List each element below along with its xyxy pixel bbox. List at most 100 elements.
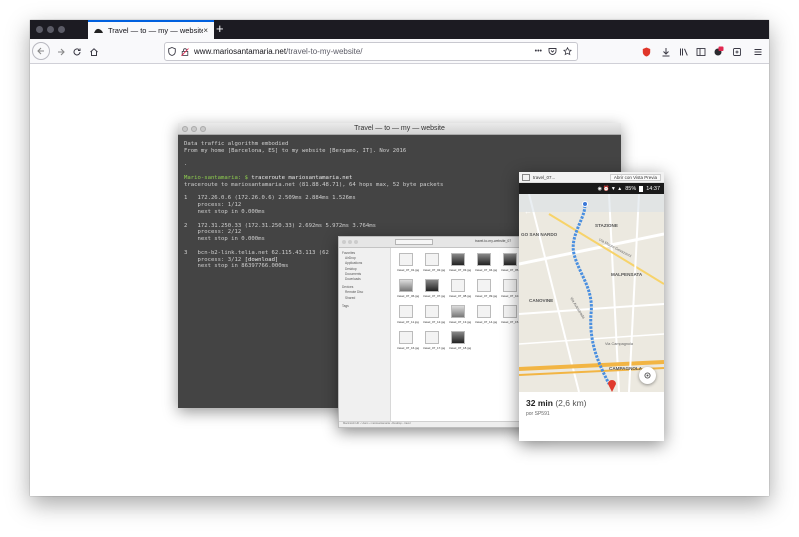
arrow-left-icon <box>37 47 44 55</box>
finder-view-buttons <box>395 239 433 245</box>
extension-icon[interactable] <box>728 43 745 60</box>
url-host: www.mariosantamaria.net <box>194 47 287 56</box>
map-canvas <box>519 194 664 392</box>
route-distance: (2,6 km) <box>555 398 587 408</box>
terminal-zoom-dot <box>200 126 206 132</box>
reload-button[interactable] <box>68 43 85 60</box>
extension-badge-icon[interactable] <box>710 43 727 60</box>
file-name: travel_07_03.jpg <box>449 268 472 272</box>
finder-sidebar: Favorites AirDrop Applications Desktop D… <box>339 248 391 421</box>
home-button[interactable] <box>85 43 102 60</box>
map-label: MALPENSATA <box>611 272 643 277</box>
battery-level: 85% <box>625 185 637 192</box>
file-name: travel_07_13.jpg <box>449 320 472 324</box>
file-name: travel_07_06.jpg <box>397 294 420 298</box>
file-thumbnail <box>451 253 465 266</box>
brave-shield-icon[interactable] <box>638 43 655 60</box>
finder-close-dot <box>342 240 346 244</box>
file-item: travel_07_17.jpg <box>423 331 445 350</box>
terminal-prompt: Mario-santamaria: $ <box>184 174 252 181</box>
finder-path-bar: Macintosh HD › Users › mariosantamaria ›… <box>339 421 549 427</box>
browser-window: Travel — to — my — website × + www.mario… <box>30 20 769 496</box>
map-label: CAMPAGNOLA <box>609 366 643 371</box>
file-item: travel_07_14.jpg <box>475 305 498 324</box>
my-location-button <box>639 367 656 384</box>
terminal-line: next stop in 0.000ms <box>184 236 265 243</box>
terminal-line: 3 bcn-b2-link.telia.net 62.115.43.113 (6… <box>184 249 329 256</box>
file-thumbnail <box>477 305 491 318</box>
image-tab-icon <box>522 173 530 181</box>
terminal-line: . <box>184 161 188 168</box>
url-text[interactable]: www.mariosantamaria.net/travel-to-my-web… <box>194 47 363 56</box>
file-item: travel_07_01.jpg <box>397 253 420 272</box>
open-preview-button: Abrir con Vista Previa <box>609 173 661 181</box>
bookmark-star-icon[interactable] <box>563 47 572 56</box>
file-item: travel_07_06.jpg <box>397 279 420 298</box>
file-item: travel_07_15.jpg <box>501 305 524 324</box>
finder-sidebar-item: Tags <box>342 303 349 308</box>
library-icon[interactable] <box>675 43 692 60</box>
hamburger-menu-icon[interactable] <box>749 43 766 60</box>
phone-status-bar: ◉ ⏰ ▼ ▲ 85% 14:37 <box>519 183 664 194</box>
terminal-line: Data traffic algorithm embodied <box>184 141 289 147</box>
tab-close-icon[interactable]: × <box>203 26 208 35</box>
minimize-window-dot[interactable] <box>47 26 54 33</box>
url-bar[interactable]: www.mariosantamaria.net/travel-to-my-web… <box>164 42 578 61</box>
back-button[interactable] <box>32 42 50 60</box>
file-thumbnail <box>425 279 439 292</box>
finder-sidebar-item: Shared <box>345 295 356 300</box>
map-label: CANOVINE <box>529 298 554 303</box>
finder-toolbar: travel-to-my-website_07 <box>339 237 549 248</box>
map-back-arrow-icon: ← <box>524 207 532 216</box>
phone-browser-bar: travel_07... Abrir con Vista Previa <box>519 172 664 183</box>
page-content: Travel — to — my — website Data traffic … <box>30 64 769 496</box>
tab-active[interactable]: Travel — to — my — website × <box>88 20 214 39</box>
terminal-line: 2 172.31.250.33 (172.31.250.33) 2.692ms … <box>184 222 376 229</box>
site-favicon-icon <box>94 28 103 34</box>
file-name: travel_07_10.jpg <box>501 294 524 298</box>
file-thumbnail <box>399 253 413 266</box>
file-name: travel_07_08.jpg <box>449 294 472 298</box>
terminal-command: traceroute mariosantamaria.net <box>251 174 353 181</box>
file-name: travel_07_05.jpg <box>501 268 524 272</box>
file-thumbnail <box>399 305 413 318</box>
download-icon[interactable] <box>657 43 674 60</box>
close-window-dot[interactable] <box>36 26 43 33</box>
file-name: travel_07_09.jpg <box>475 294 498 298</box>
terminal-line: next stop in 0.000ms <box>184 208 265 215</box>
file-thumbnail <box>477 279 491 292</box>
new-tab-button[interactable]: + <box>216 21 224 37</box>
phone-screenshot: travel_07... Abrir con Vista Previa ◉ ⏰ … <box>519 172 664 441</box>
status-icons: ◉ ⏰ ▼ ▲ <box>597 185 623 192</box>
file-thumbnail <box>503 253 517 266</box>
finder-minimize-dot <box>348 240 352 244</box>
terminal-minimize-dot <box>191 126 197 132</box>
page-actions-button[interactable]: ••• <box>535 48 542 55</box>
file-name: travel_07_11.jpg <box>397 320 419 324</box>
phone-tab-label: travel_07... <box>533 174 556 180</box>
reload-icon <box>73 47 80 55</box>
file-name: travel_07_07.jpg <box>423 294 446 298</box>
file-item: travel_07_04.jpg <box>475 253 497 272</box>
file-name: travel_07_15.jpg <box>501 320 524 324</box>
home-icon <box>89 47 98 56</box>
file-thumbnail <box>399 331 413 344</box>
sidebar-icon[interactable] <box>692 43 709 60</box>
file-item: travel_07_07.jpg <box>423 279 446 298</box>
tracking-shield-icon[interactable] <box>165 47 179 56</box>
file-item: travel_07_16.jpg <box>397 331 419 350</box>
file-name: travel_07_14.jpg <box>475 320 498 324</box>
finder-title: travel-to-my-website_07 <box>475 239 512 243</box>
zoom-window-dot[interactable] <box>58 26 65 33</box>
terminal-close-dot <box>182 126 188 132</box>
file-name: travel_07_18.jpg <box>449 346 472 350</box>
file-name: travel_07_12.jpg <box>423 320 446 324</box>
forward-button[interactable] <box>52 43 69 60</box>
pocket-icon[interactable] <box>548 47 557 56</box>
file-name: travel_07_01.jpg <box>397 268 420 272</box>
terminal-titlebar: Travel — to — my — website <box>178 123 621 135</box>
route-via: por SP591 <box>526 411 550 417</box>
map-label: STAZIONE <box>595 223 618 228</box>
insecure-lock-icon[interactable] <box>179 47 191 56</box>
file-thumbnail <box>477 253 491 266</box>
